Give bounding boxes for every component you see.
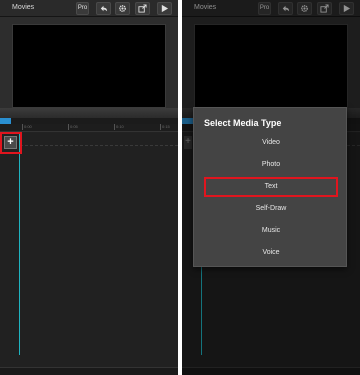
ruler-tick: 0:15 bbox=[160, 124, 170, 130]
option-photo[interactable]: Photo bbox=[206, 156, 336, 174]
dialog-title: Select Media Type bbox=[204, 118, 282, 128]
highlight-box-add bbox=[0, 132, 22, 154]
track-guide bbox=[20, 145, 178, 146]
export-button[interactable] bbox=[135, 2, 150, 15]
ruler-tick: 0:10 bbox=[114, 124, 124, 130]
option-video[interactable]: Video bbox=[206, 134, 336, 152]
export-icon bbox=[138, 4, 147, 13]
undo-icon bbox=[100, 5, 108, 12]
option-music[interactable]: Music bbox=[206, 222, 336, 240]
highlight-box-text bbox=[204, 177, 338, 197]
gear-icon bbox=[119, 5, 126, 12]
settings-button[interactable] bbox=[115, 2, 130, 15]
undo-button[interactable] bbox=[96, 2, 111, 15]
left-screen: Movies Pro 0:00 0:05 0:10 0:15 + bbox=[0, 0, 178, 375]
option-self-draw[interactable]: Self-Draw bbox=[206, 200, 336, 218]
pro-button[interactable]: Pro bbox=[76, 2, 89, 15]
option-voice[interactable]: Voice bbox=[206, 244, 336, 262]
play-button[interactable] bbox=[157, 2, 172, 15]
preview-bevel bbox=[0, 108, 178, 118]
select-media-type-dialog: Select Media Type Video Photo Text Self-… bbox=[193, 107, 347, 267]
playhead[interactable] bbox=[19, 133, 20, 355]
app-title: Movies bbox=[12, 4, 35, 11]
ruler-tick: 0:00 bbox=[22, 124, 32, 130]
toolbar: Movies Pro bbox=[0, 0, 178, 17]
video-preview bbox=[12, 24, 166, 108]
ruler-tick: 0:05 bbox=[68, 124, 78, 130]
play-icon bbox=[161, 4, 169, 13]
bottom-ruler bbox=[0, 367, 178, 375]
time-ruler: 0:00 0:05 0:10 0:15 bbox=[0, 124, 178, 132]
timeline bbox=[0, 133, 178, 367]
